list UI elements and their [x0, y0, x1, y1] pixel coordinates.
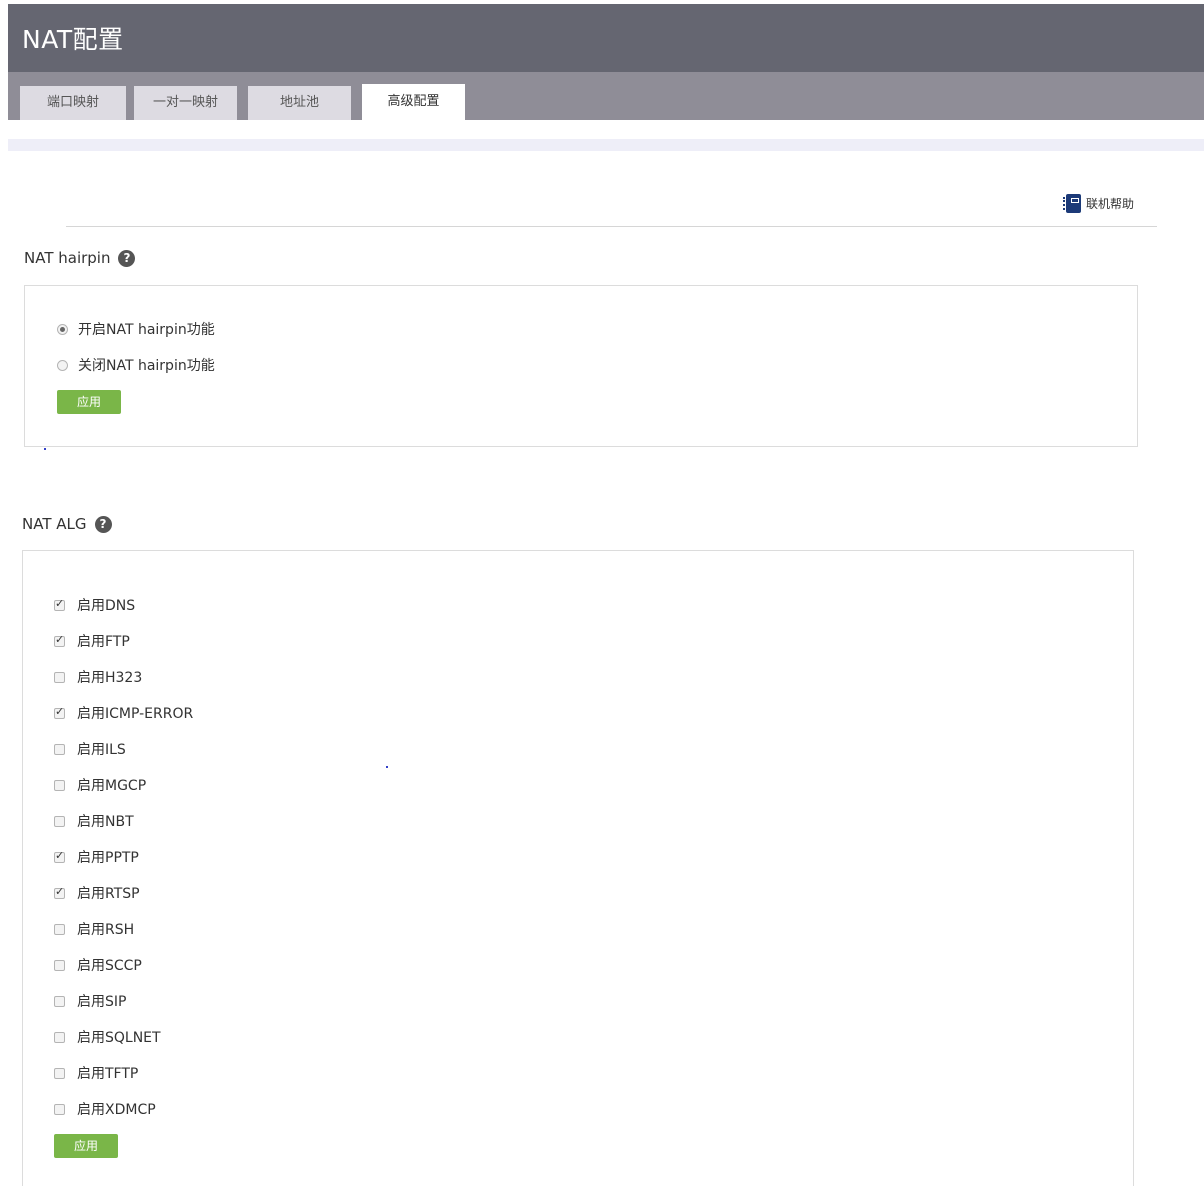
alg-mgcp-checkbox[interactable]: [54, 779, 65, 791]
alg-dns-checkbox[interactable]: [54, 597, 65, 611]
alg-item-sccp[interactable]: 启用SCCP: [54, 955, 142, 975]
tab-address-pool[interactable]: 地址池: [248, 86, 351, 120]
alg-ftp-checkbox[interactable]: [54, 633, 65, 647]
alg-xdmcp-checkbox[interactable]: [54, 1103, 65, 1115]
artifact-dot: [44, 448, 46, 450]
alg-item-label: 启用SQLNET: [77, 1030, 161, 1046]
hairpin-apply-button[interactable]: 应用: [57, 390, 121, 414]
alg-item-label: 启用NBT: [77, 814, 134, 830]
hairpin-enable-option[interactable]: 开启NAT hairpin功能: [57, 319, 215, 339]
alg-sqlnet-checkbox[interactable]: [54, 1031, 65, 1043]
alg-nbt-checkbox[interactable]: [54, 815, 65, 827]
alg-item-dns[interactable]: 启用DNS: [54, 595, 135, 615]
hairpin-title-text: NAT hairpin: [24, 249, 111, 267]
alg-item-label: 启用DNS: [77, 598, 136, 614]
alg-sip-checkbox[interactable]: [54, 995, 65, 1007]
question-icon[interactable]: ?: [118, 249, 136, 267]
alg-rsh-checkbox[interactable]: [54, 923, 65, 935]
alg-item-label: 启用SCCP: [77, 958, 142, 974]
alg-rtsp-checkbox[interactable]: [54, 885, 65, 899]
tab-one-to-one-mapping[interactable]: 一对一映射: [134, 86, 237, 120]
alg-item-xdmcp[interactable]: 启用XDMCP: [54, 1099, 156, 1119]
alg-item-mgcp[interactable]: 启用MGCP: [54, 775, 146, 795]
alg-item-rsh[interactable]: 启用RSH: [54, 919, 134, 939]
hairpin-disable-option[interactable]: 关闭NAT hairpin功能: [57, 355, 215, 375]
alg-item-icmp-error[interactable]: 启用ICMP-ERROR: [54, 703, 193, 723]
hairpin-section-title: NAT hairpin ?: [24, 249, 136, 267]
alg-item-tftp[interactable]: 启用TFTP: [54, 1063, 138, 1083]
alg-item-label: 启用RTSP: [77, 886, 140, 902]
alg-item-h323[interactable]: 启用H323: [54, 667, 142, 687]
hairpin-disable-label: 关闭NAT hairpin功能: [78, 358, 215, 374]
alg-pptp-checkbox[interactable]: [54, 849, 65, 863]
alg-panel: [22, 550, 1134, 1186]
hairpin-enable-label: 开启NAT hairpin功能: [78, 322, 215, 338]
title-bar: NAT配置: [8, 4, 1204, 72]
alg-item-label: 启用MGCP: [77, 778, 147, 794]
alg-item-rtsp[interactable]: 启用RTSP: [54, 883, 140, 903]
alg-item-label: 启用ILS: [77, 742, 126, 758]
alg-item-label: 启用ICMP-ERROR: [77, 706, 194, 722]
alg-h323-checkbox[interactable]: [54, 671, 65, 683]
alg-tftp-checkbox[interactable]: [54, 1067, 65, 1079]
alg-title-text: NAT ALG: [22, 515, 87, 533]
online-help-label: 联机帮助: [1086, 196, 1135, 211]
alg-item-sip[interactable]: 启用SIP: [54, 991, 126, 1011]
alg-item-label: 启用TFTP: [77, 1066, 139, 1082]
online-help-link[interactable]: 联机帮助: [1063, 193, 1135, 213]
artifact-dot: [386, 766, 388, 768]
hairpin-enable-radio[interactable]: [57, 323, 68, 335]
alg-ils-checkbox[interactable]: [54, 743, 65, 755]
help-book-icon: [1063, 193, 1081, 213]
alg-item-label: 启用XDMCP: [77, 1102, 156, 1118]
alg-item-label: 启用FTP: [77, 634, 130, 650]
nat-config-page: NAT配置 端口映射 一对一映射 地址池 高级配置 联机帮助 NAT hairp…: [0, 0, 1204, 1186]
alg-sccp-checkbox[interactable]: [54, 959, 65, 971]
hairpin-disable-radio[interactable]: [57, 359, 68, 371]
alg-item-sqlnet[interactable]: 启用SQLNET: [54, 1027, 161, 1047]
alg-item-label: 启用SIP: [77, 994, 127, 1010]
alg-item-ftp[interactable]: 启用FTP: [54, 631, 130, 651]
tab-bar: 端口映射 一对一映射 地址池 高级配置: [8, 72, 1204, 120]
alg-item-ils[interactable]: 启用ILS: [54, 739, 126, 759]
header-divider-strip: [8, 139, 1204, 151]
page-title: NAT配置: [22, 25, 124, 54]
question-icon[interactable]: ?: [94, 515, 112, 533]
alg-item-nbt[interactable]: 启用NBT: [54, 811, 134, 831]
alg-item-label: 启用H323: [77, 670, 143, 686]
tab-port-mapping[interactable]: 端口映射: [20, 86, 126, 120]
alg-apply-button[interactable]: 应用: [54, 1134, 118, 1158]
alg-item-pptp[interactable]: 启用PPTP: [54, 847, 139, 867]
section-divider: [66, 226, 1157, 227]
alg-item-label: 启用PPTP: [77, 850, 139, 866]
alg-item-label: 启用RSH: [77, 922, 135, 938]
tab-advanced-config[interactable]: 高级配置: [362, 84, 465, 120]
alg-section-title: NAT ALG ?: [22, 515, 112, 533]
alg-icmp-error-checkbox[interactable]: [54, 705, 65, 719]
